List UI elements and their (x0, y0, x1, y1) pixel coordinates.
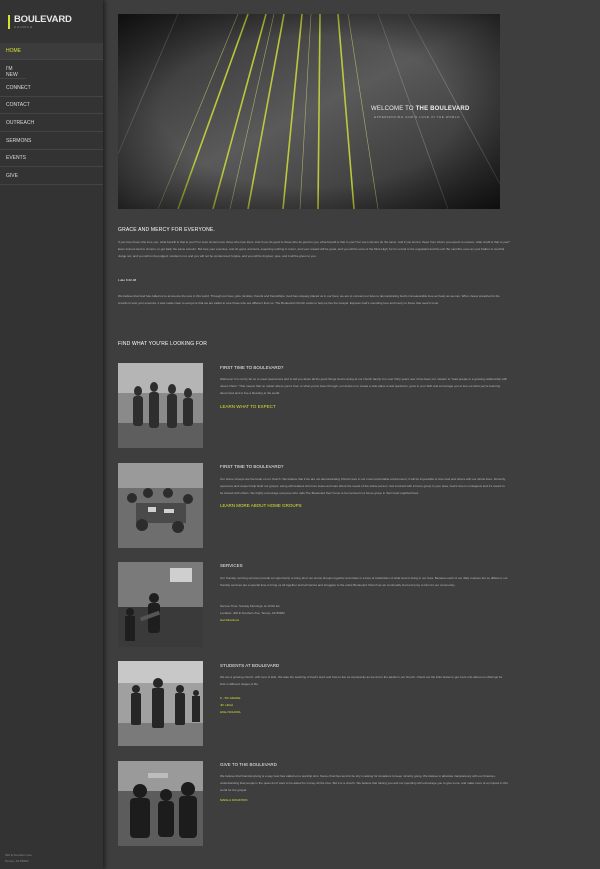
nav-item-events[interactable]: EVENTS (0, 150, 103, 167)
card-text: We are a growing church, with tons of ki… (220, 675, 503, 686)
logo-subtitle: CHURCH (14, 25, 33, 29)
nav-item-outreach[interactable]: OUTREACH (0, 114, 103, 132)
high-school-link[interactable]: HIGH SCHOOL (220, 710, 241, 714)
nav-item-home[interactable]: HOME (0, 43, 103, 60)
church-logo[interactable]: BOULEVARD CHURCH (8, 14, 78, 34)
card-text: Welcome! It is not by far so to meet new… (220, 377, 508, 395)
address-line-2: Tempe, AZ 85282 (5, 859, 29, 863)
service-time: Service Time: Sunday Mornings, at 10:00 … (220, 604, 280, 608)
hero-title-bold: THE BOULEVARD (415, 106, 470, 112)
service-location: Location: 400 E Southern Ave, Tempe, AZ … (220, 611, 285, 615)
home-groups-link[interactable]: LEARN MORE ABOUT HOME GROUPS (220, 503, 302, 508)
nav-item-connect[interactable]: CONNECT (0, 79, 103, 97)
card-image-home-group (118, 463, 203, 548)
card-image-worship (118, 562, 203, 647)
card-text: Our Home Groups are the heart of our chu… (220, 477, 506, 495)
nav-item-contact[interactable]: CONTACT (0, 97, 103, 114)
get-directions-link[interactable]: Get Directions (220, 618, 239, 622)
k-5th-grade-link[interactable]: K - 5th GRADE (220, 696, 240, 700)
hero-subtitle: EXPERIENCING GOD'S LOVE IN THE WORLD (374, 115, 460, 119)
card-title: GIVE TO THE BOULEVARD (220, 762, 277, 767)
intro-paragraph: If you love those who love you, what ben… (118, 240, 510, 258)
sidebar-address: 400 E Southern Ave Tempe, AZ 85282 (5, 852, 32, 864)
jr-high-link[interactable]: JR. HIGH (220, 703, 233, 707)
nav-item-im-new[interactable]: I'M NEW (0, 60, 26, 79)
hero-title-prefix: WELCOME TO (371, 106, 414, 112)
hero-title: WELCOME TO THE BOULEVARD (371, 106, 470, 112)
sidebar: BOULEVARD CHURCH HOME I'M NEW CONNECT CO… (0, 0, 103, 869)
hero-banner: WELCOME TO THE BOULEVARD EXPERIENCING GO… (118, 14, 500, 209)
main-nav: HOME I'M NEW CONNECT CONTACT OUTREACH SE… (0, 43, 103, 185)
intro-heading: GRACE AND MERCY FOR EVERYONE. (118, 227, 216, 233)
card-title: STUDENTS AT BOULEVARD (220, 663, 280, 668)
card-title: FIRST TIME TO BOULEVARD? (220, 365, 284, 370)
card-text: Our Sunday morning services provide an o… (220, 576, 508, 587)
card-title: SERVICES (220, 563, 243, 568)
logo-accent-bar (8, 15, 10, 29)
card-image-community (118, 761, 203, 846)
card-image-students (118, 661, 203, 746)
card-image-people (118, 363, 203, 448)
find-heading: FIND WHAT YOU'RE LOOKING FOR (118, 341, 208, 347)
learn-what-to-expect-link[interactable]: LEARN WHAT TO EXPECT (220, 404, 276, 409)
mission-paragraph: We believe that God has called us to ann… (118, 294, 500, 305)
scripture-reference: Luke 6:32-38 (118, 278, 137, 282)
make-a-donation-link[interactable]: MAKE A DONATION (220, 798, 247, 802)
nav-item-sermons[interactable]: SERMONS (0, 132, 103, 150)
logo-name: BOULEVARD (14, 14, 72, 25)
nav-item-give[interactable]: GIVE (0, 167, 103, 185)
card-text: We believe that financial giving is a wa… (220, 774, 508, 792)
card-title: FIRST TIME TO BOULEVARD? (220, 464, 284, 469)
